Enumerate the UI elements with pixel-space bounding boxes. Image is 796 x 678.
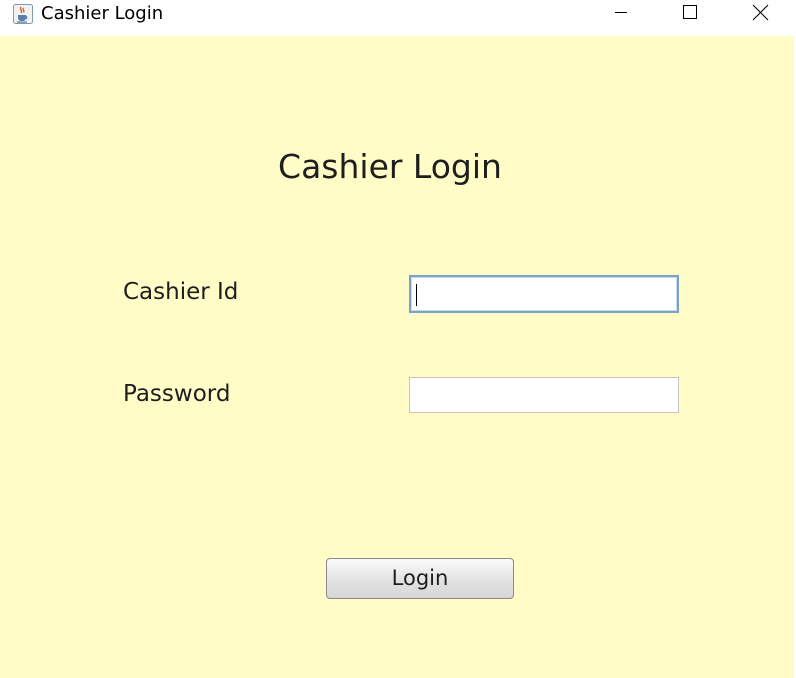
cashier-id-label: Cashier Id [123,279,239,305]
minimize-button[interactable] [598,0,644,31]
password-label: Password [123,381,231,407]
cashier-id-field[interactable] [409,275,679,313]
window-title: Cashier Login [41,3,164,24]
minimize-icon [615,12,627,13]
maximize-icon [683,5,697,19]
password-field[interactable] [409,377,679,413]
maximize-button[interactable] [666,0,712,31]
login-window: Cashier Login Cashier Login Cashier Id P… [0,0,796,678]
login-button[interactable]: Login [326,558,514,599]
close-icon [752,4,769,21]
text-caret [416,284,417,306]
java-coffee-icon [12,3,34,25]
page-title: Cashier Login [278,147,502,186]
close-button[interactable] [737,0,783,31]
title-bar[interactable]: Cashier Login [0,0,796,31]
